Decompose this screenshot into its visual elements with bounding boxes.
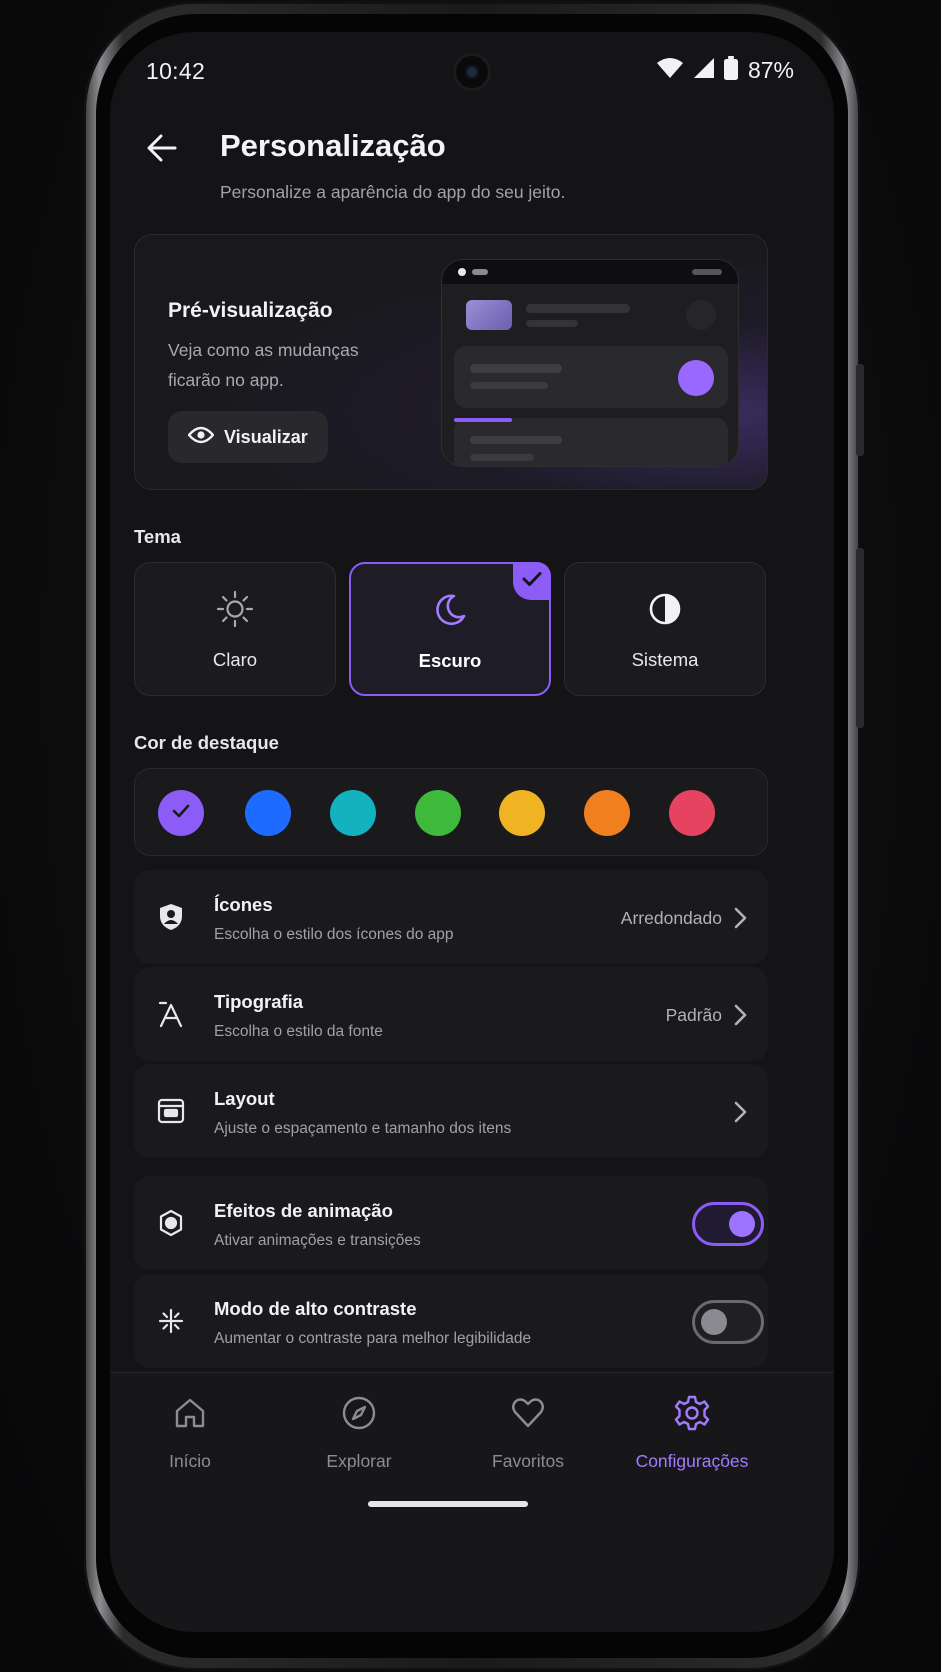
mini-image — [466, 300, 512, 330]
row-subtitle: Escolha o estilo da fonte — [214, 1023, 383, 1040]
nav-item-settings[interactable]: Configurações — [607, 1393, 777, 1472]
selected-check-badge — [513, 562, 551, 600]
row-title: Modo de alto contraste — [214, 1298, 417, 1319]
preview-title: Pré-visualização — [168, 299, 333, 322]
chevron-right-icon — [730, 906, 750, 930]
accent-color-picker — [134, 768, 768, 856]
swatch-pink[interactable] — [669, 790, 715, 836]
row-value: Padrão — [665, 1005, 722, 1025]
app-screen: 10:42 87% Personalização Personalize a a… — [110, 32, 834, 1632]
typography-icon — [154, 997, 188, 1031]
swatch-green[interactable] — [415, 790, 461, 836]
nav-item-explore[interactable]: Explorar — [274, 1393, 444, 1472]
accent-section-label: Cor de destaque — [134, 732, 279, 753]
swatch-teal[interactable] — [330, 790, 376, 836]
row-title: Ícones — [214, 894, 273, 915]
mini-status-bar — [442, 260, 738, 284]
sun-icon — [215, 589, 255, 629]
check-icon — [172, 804, 190, 823]
swatch-orange[interactable] — [584, 790, 630, 836]
gear-icon — [672, 1393, 712, 1433]
high-contrast-toggle[interactable] — [692, 1300, 764, 1344]
nav-label: Favoritos — [492, 1451, 564, 1471]
signal-icon — [692, 57, 716, 84]
theme-option-label: Sistema — [631, 649, 699, 670]
row-title: Tipografia — [214, 991, 304, 1012]
animation-icon — [154, 1206, 188, 1240]
nav-label: Explorar — [326, 1451, 392, 1471]
settings-row-typography[interactable]: Tipografia Escolha o estilo da fonte Pad… — [134, 967, 768, 1061]
toggle-knob — [701, 1309, 727, 1335]
power-button — [856, 548, 864, 728]
user-shield-icon — [154, 900, 188, 934]
page-title: Personalização — [220, 128, 446, 163]
animation-toggle[interactable] — [692, 1202, 764, 1246]
toggle-knob — [729, 1211, 755, 1237]
nav-item-home[interactable]: Início — [110, 1393, 275, 1472]
row-title: Efeitos de animação — [214, 1200, 393, 1221]
theme-option-label: Claro — [212, 649, 258, 670]
arrow-left-icon — [147, 134, 177, 167]
chevron-right-icon — [730, 1003, 750, 1027]
wifi-icon — [656, 57, 684, 84]
settings-row-high-contrast: Modo de alto contraste Aumentar o contra… — [134, 1274, 768, 1368]
nav-label: Início — [169, 1451, 211, 1471]
half-circle-icon — [645, 589, 685, 629]
theme-option-system[interactable]: Sistema — [564, 562, 766, 696]
swatch-yellow[interactable] — [499, 790, 545, 836]
settings-row-icons[interactable]: Ícones Escolha o estilo dos ícones do ap… — [134, 870, 768, 964]
eye-icon — [187, 426, 215, 449]
settings-row-layout[interactable]: Layout Ajuste o espaçamento e tamanho do… — [134, 1064, 768, 1158]
check-icon — [522, 571, 542, 592]
row-subtitle: Ativar animações e transições — [214, 1232, 421, 1249]
preview-button-label: Visualizar — [224, 426, 308, 447]
front-camera — [453, 53, 491, 91]
home-indicator — [368, 1501, 528, 1507]
battery-percent: 87% — [747, 57, 794, 83]
mini-accent-dot — [678, 360, 714, 396]
row-subtitle: Ajuste o espaçamento e tamanho dos itens — [214, 1120, 512, 1137]
preview-button[interactable]: Visualizar — [168, 411, 328, 463]
row-subtitle: Escolha o estilo dos ícones do app — [214, 926, 454, 943]
row-title: Layout — [214, 1088, 275, 1109]
theme-option-label: Escuro — [418, 650, 482, 671]
theme-option-dark[interactable]: Escuro — [349, 562, 551, 696]
home-icon — [170, 1393, 210, 1433]
row-subtitle: Aumentar o contraste para melhor legibil… — [214, 1330, 532, 1347]
nav-item-favorites[interactable]: Favoritos — [443, 1393, 613, 1472]
preview-card: Pré-visualização Veja como as mudanças f… — [134, 234, 768, 490]
bottom-navigation: Início Explorar Favoritos Configurações — [110, 1372, 834, 1632]
settings-row-animation: Efeitos de animação Ativar animações e t… — [134, 1176, 768, 1270]
volume-button — [856, 364, 864, 456]
contrast-icon — [154, 1304, 188, 1338]
page-subtitle: Personalize a aparência do app do seu je… — [220, 182, 566, 202]
battery-icon — [723, 56, 738, 85]
heart-icon — [508, 1393, 548, 1433]
preview-description: Veja como as mudanças ficarão no app. — [168, 340, 359, 390]
layout-icon — [154, 1094, 188, 1128]
mini-phone-preview — [441, 259, 739, 467]
swatch-purple[interactable] — [158, 790, 204, 836]
moon-icon — [430, 590, 470, 630]
theme-option-light[interactable]: Claro — [134, 562, 336, 696]
nav-label: Configurações — [635, 1451, 749, 1471]
chevron-right-icon — [730, 1100, 750, 1124]
status-time: 10:42 — [146, 58, 206, 84]
row-value: Arredondado — [620, 908, 722, 928]
status-icons: 87% — [656, 56, 794, 85]
compass-icon — [339, 1393, 379, 1433]
back-button[interactable] — [140, 128, 184, 172]
mini-card — [454, 346, 728, 408]
swatch-blue[interactable] — [245, 790, 291, 836]
theme-section-label: Tema — [134, 526, 181, 547]
